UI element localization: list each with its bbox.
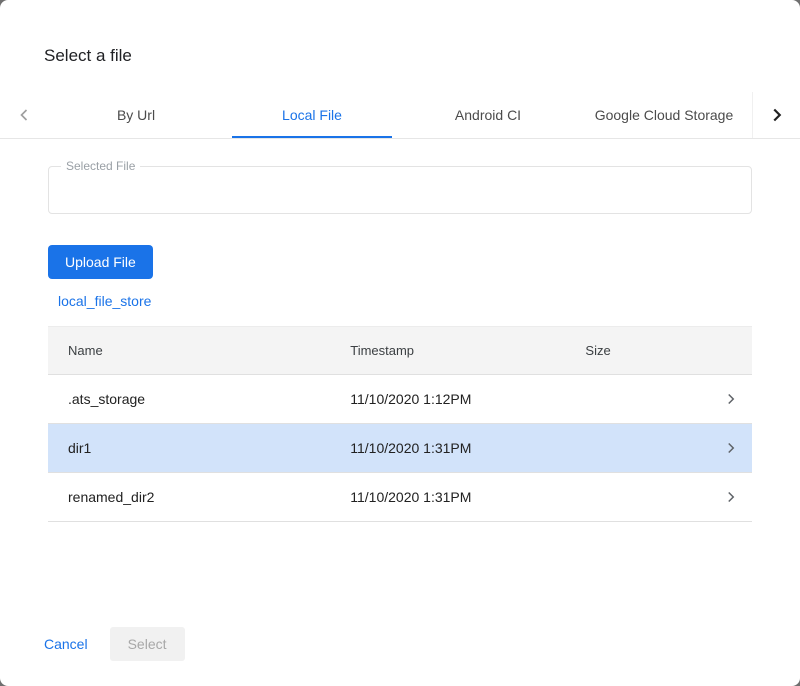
- table-header-row: Name Timestamp Size: [48, 326, 752, 375]
- chevron-left-icon: [14, 105, 34, 125]
- table-row-renamed-dir2[interactable]: renamed_dir2 11/10/2020 1:31PM: [48, 473, 752, 522]
- table-row-dir1[interactable]: dir1 11/10/2020 1:31PM: [48, 424, 752, 473]
- dialog-footer: Cancel Select: [44, 627, 185, 661]
- chevron-right-icon[interactable]: [712, 439, 740, 457]
- tabs-scroll-left-button[interactable]: [0, 92, 48, 138]
- tab-google-cloud-storage[interactable]: Google Cloud Storage: [576, 92, 752, 138]
- tab-bar: By Url Local File Android CI Google Clou…: [0, 92, 800, 139]
- selected-file-field[interactable]: Selected File: [48, 166, 752, 214]
- column-header-timestamp: Timestamp: [350, 343, 585, 358]
- column-header-size: Size: [585, 343, 712, 358]
- tab-label: Google Cloud Storage: [595, 107, 734, 123]
- table-row-ats-storage[interactable]: .ats_storage 11/10/2020 1:12PM: [48, 375, 752, 424]
- cancel-button[interactable]: Cancel: [44, 636, 88, 652]
- tab-label: Android CI: [455, 107, 521, 123]
- breadcrumb-local-file-store[interactable]: local_file_store: [58, 293, 151, 309]
- selected-file-field-label: Selected File: [61, 159, 140, 173]
- select-file-dialog: Select a file By Url Local File Android …: [0, 0, 800, 686]
- file-table: Name Timestamp Size .ats_storage 11/10/2…: [48, 326, 752, 522]
- tab-label: By Url: [117, 107, 155, 123]
- file-name: dir1: [68, 440, 350, 456]
- file-timestamp: 11/10/2020 1:31PM: [350, 489, 585, 505]
- selected-file-input[interactable]: [49, 167, 751, 213]
- column-header-name: Name: [68, 343, 350, 358]
- page-title: Select a file: [44, 46, 800, 66]
- file-timestamp: 11/10/2020 1:12PM: [350, 391, 585, 407]
- file-timestamp: 11/10/2020 1:31PM: [350, 440, 585, 456]
- tab-android-ci[interactable]: Android CI: [400, 92, 576, 138]
- tabs-scroll-right-button[interactable]: [752, 92, 800, 138]
- tab-strip: By Url Local File Android CI Google Clou…: [48, 92, 752, 138]
- file-name: .ats_storage: [68, 391, 350, 407]
- chevron-right-icon[interactable]: [712, 390, 740, 408]
- upload-file-button[interactable]: Upload File: [48, 245, 153, 279]
- tab-label: Local File: [282, 107, 342, 123]
- tab-local-file[interactable]: Local File: [224, 92, 400, 138]
- file-name: renamed_dir2: [68, 489, 350, 505]
- chevron-right-icon[interactable]: [712, 488, 740, 506]
- select-button[interactable]: Select: [110, 627, 185, 661]
- dialog-content: Selected File Upload File local_file_sto…: [0, 139, 800, 686]
- tab-by-url[interactable]: By Url: [48, 92, 224, 138]
- chevron-right-icon: [766, 104, 788, 126]
